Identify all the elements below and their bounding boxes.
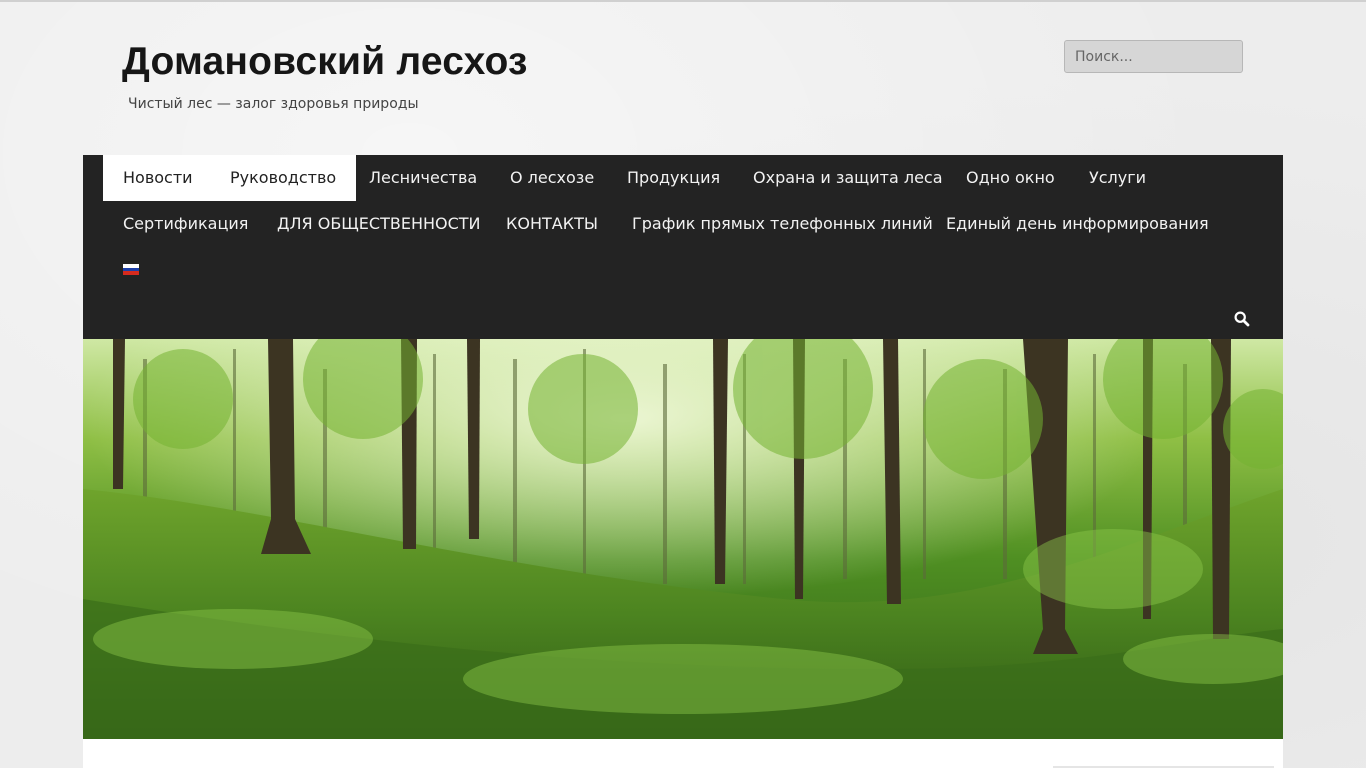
nav-item-for-public[interactable]: ДЛЯ ОБЩЕСТВЕННОСТИ — [257, 201, 501, 247]
ru-flag-icon[interactable] — [123, 264, 139, 275]
site-title[interactable]: Домановский лесхоз — [122, 40, 528, 84]
nav-item-services[interactable]: Услуги — [1069, 155, 1166, 201]
top-border — [0, 0, 1366, 2]
nav-item-forestries[interactable]: Лесничества — [349, 155, 497, 201]
search-input[interactable] — [1064, 40, 1243, 73]
main-navigation: Новости Руководство Лесничества О лесхоз… — [83, 155, 1283, 339]
nav-item-about[interactable]: О лесхозе — [490, 155, 614, 201]
nav-item-contacts[interactable]: КОНТАКТЫ — [486, 201, 618, 247]
nav-item-news[interactable]: Новости — [103, 155, 213, 201]
search-icon[interactable] — [1233, 310, 1251, 328]
content-area — [83, 739, 1283, 768]
nav-item-products[interactable]: Продукция — [607, 155, 740, 201]
site-tagline: Чистый лес — залог здоровья природы — [128, 96, 419, 112]
nav-item-one-window[interactable]: Одно окно — [946, 155, 1075, 201]
nav-item-management[interactable]: Руководство — [210, 155, 357, 201]
nav-item-phone-lines[interactable]: График прямых телефонных линий — [612, 201, 953, 247]
hero-banner-forest — [83, 339, 1283, 739]
nav-item-certification[interactable]: Сертификация — [103, 201, 268, 247]
nav-item-info-day[interactable]: Единый день информирования — [926, 201, 1229, 247]
nav-item-forest-protection[interactable]: Охрана и защита леса — [733, 155, 963, 201]
